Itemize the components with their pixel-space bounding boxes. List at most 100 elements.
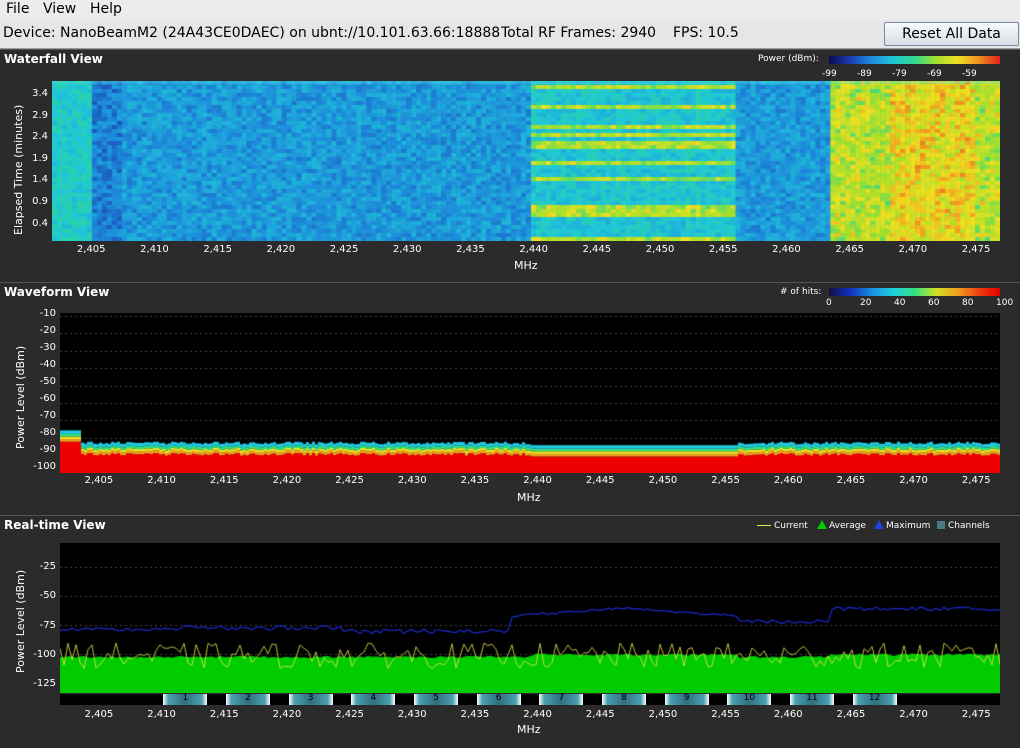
waveform-y-tick: -60 [39, 393, 56, 405]
waterfall-y-label: Elapsed Time (minutes) [12, 104, 25, 235]
waterfall-x-tick: 2,440 [519, 244, 548, 255]
legend-channels: Channels [948, 521, 990, 531]
hits-color-scale [829, 288, 1000, 296]
hits-legend-tick: 40 [894, 298, 906, 308]
waveform-x-label: MHz [517, 491, 541, 504]
channel-marker[interactable]: 12 [852, 693, 897, 705]
channels-legend-icon [937, 521, 945, 529]
channel-marker[interactable]: 1 [163, 693, 208, 705]
realtime-x-tick: 2,455 [711, 709, 740, 720]
realtime-x-tick: 2,470 [899, 709, 928, 720]
current-legend-line [757, 525, 771, 526]
device-info: Device: NanoBeamM2 (24A43CE0DAEC) on ubn… [3, 25, 501, 41]
realtime-x-tick: 2,460 [773, 709, 803, 720]
waterfall-x-tick: 2,405 [76, 244, 106, 255]
menu-file[interactable]: File [6, 1, 29, 17]
power-legend-tick: -59 [962, 69, 977, 79]
realtime-x-tick: 2,405 [84, 709, 114, 720]
waveform-x-tick: 2,460 [773, 475, 803, 486]
waveform-x-tick: 2,440 [523, 475, 552, 486]
channel-number: 8 [621, 693, 627, 703]
info-bar: Device: NanoBeamM2 (24A43CE0DAEC) on ubn… [0, 20, 1020, 49]
realtime-x-tick: 2,430 [397, 709, 427, 720]
waterfall-panel: Waterfall View Power (dBm): -99 -89 -79 -69… [0, 49, 1020, 282]
channel-number: 4 [370, 693, 377, 703]
channel-marker[interactable]: 9 [664, 693, 709, 705]
waveform-y-tick: -80 [39, 427, 56, 439]
hits-legend-label: # of hits: [780, 287, 822, 297]
waterfall-x-tick: 2,410 [140, 244, 169, 255]
channel-number: 10 [743, 693, 756, 703]
hits-legend-tick: 80 [962, 298, 974, 308]
waveform-x-tick: 2,435 [460, 475, 490, 486]
waveform-x-tick: 2,455 [711, 475, 740, 486]
realtime-y-label: Power Level (dBm) [14, 569, 27, 673]
waveform-y-tick: -50 [39, 376, 56, 388]
total-frames: Total RF Frames: 2940 [501, 25, 657, 41]
waterfall-x-tick: 2,455 [708, 244, 738, 255]
waterfall-x-tick: 2,430 [392, 244, 422, 255]
waveform-x-tick: 2,465 [836, 475, 866, 486]
average-legend-icon [817, 520, 827, 529]
waterfall-x-tick: 2,465 [835, 244, 864, 255]
realtime-x-tick: 2,420 [272, 709, 302, 720]
realtime-x-tick: 2,445 [585, 709, 615, 720]
waveform-y-tick: -30 [39, 342, 56, 354]
waveform-x-tick: 2,430 [397, 475, 427, 486]
channel-marker[interactable]: 4 [351, 693, 396, 705]
power-color-scale [829, 56, 1000, 64]
waveform-plot[interactable] [60, 313, 1000, 473]
waveform-panel: Waveform View # of hits: 0 20 40 60 80 100 -1… [0, 282, 1020, 515]
channel-number: 1 [182, 693, 189, 703]
channel-marker[interactable]: 11 [790, 693, 834, 705]
realtime-x-tick: 2,415 [209, 709, 239, 720]
waterfall-x-tick: 2,435 [456, 244, 485, 255]
realtime-y-tick: -100 [33, 648, 56, 660]
menu-help[interactable]: Help [90, 1, 122, 17]
realtime-x-tick: 2,465 [836, 709, 866, 720]
waterfall-x-tick: 2,475 [961, 244, 991, 255]
realtime-x-label: MHz [517, 723, 541, 736]
waterfall-x-tick: 2,470 [898, 244, 928, 255]
menu-view[interactable]: View [43, 1, 76, 17]
channel-marker[interactable]: 2 [226, 693, 270, 705]
waterfall-x-tick: 2,445 [582, 244, 612, 255]
hits-legend-tick: 20 [860, 298, 872, 308]
realtime-panel: Real-time View Current Average Maximum C… [0, 515, 1020, 748]
waveform-x-tick: 2,450 [648, 475, 678, 486]
realtime-x-tick: 2,450 [648, 709, 678, 720]
waveform-y-label: Power Level (dBm) [14, 345, 27, 449]
waterfall-x-tick: 2,415 [203, 244, 232, 255]
realtime-y-tick: -25 [39, 561, 56, 573]
reset-all-data-button[interactable]: Reset All Data [884, 22, 1019, 46]
channel-marker[interactable]: 8 [602, 693, 646, 705]
channel-marker[interactable]: 10 [727, 693, 772, 705]
realtime-x-tick: 2,410 [147, 709, 176, 720]
waveform-y-tick: -100 [33, 461, 56, 473]
waterfall-x-tick: 2,420 [266, 244, 296, 255]
power-legend-tick: -99 [822, 69, 837, 79]
waveform-x-tick: 2,415 [209, 475, 239, 486]
waveform-y-tick: -10 [39, 308, 56, 319]
channel-marker[interactable]: 6 [476, 693, 521, 705]
realtime-x-tick: 2,425 [335, 709, 364, 720]
channel-number: 6 [495, 693, 502, 703]
waterfall-x-tick: 2,425 [329, 244, 359, 255]
waterfall-plot[interactable] [52, 81, 1000, 241]
power-legend-label: Power (dBm): [758, 54, 819, 64]
realtime-y-tick: -75 [39, 619, 56, 631]
realtime-x-tick: 2,475 [961, 709, 991, 720]
realtime-x-tick: 2,440 [523, 709, 552, 720]
channel-marker[interactable]: 5 [414, 693, 458, 705]
channel-number: 9 [683, 693, 690, 703]
realtime-plot[interactable] [60, 543, 1000, 693]
waterfall-x-tick: 2,450 [645, 244, 675, 255]
channel-marker[interactable]: 3 [288, 693, 333, 705]
waterfall-x-tick: 2,460 [772, 244, 801, 255]
channel-bar: 1 2 3 4 5 6 7 8 9 10 11 12 [60, 693, 1000, 705]
waveform-y-tick: -90 [39, 444, 56, 456]
channel-number: 5 [433, 693, 439, 703]
channel-marker[interactable]: 7 [539, 693, 584, 705]
power-legend-tick: -79 [892, 69, 907, 79]
realtime-title: Real-time View [4, 518, 106, 532]
